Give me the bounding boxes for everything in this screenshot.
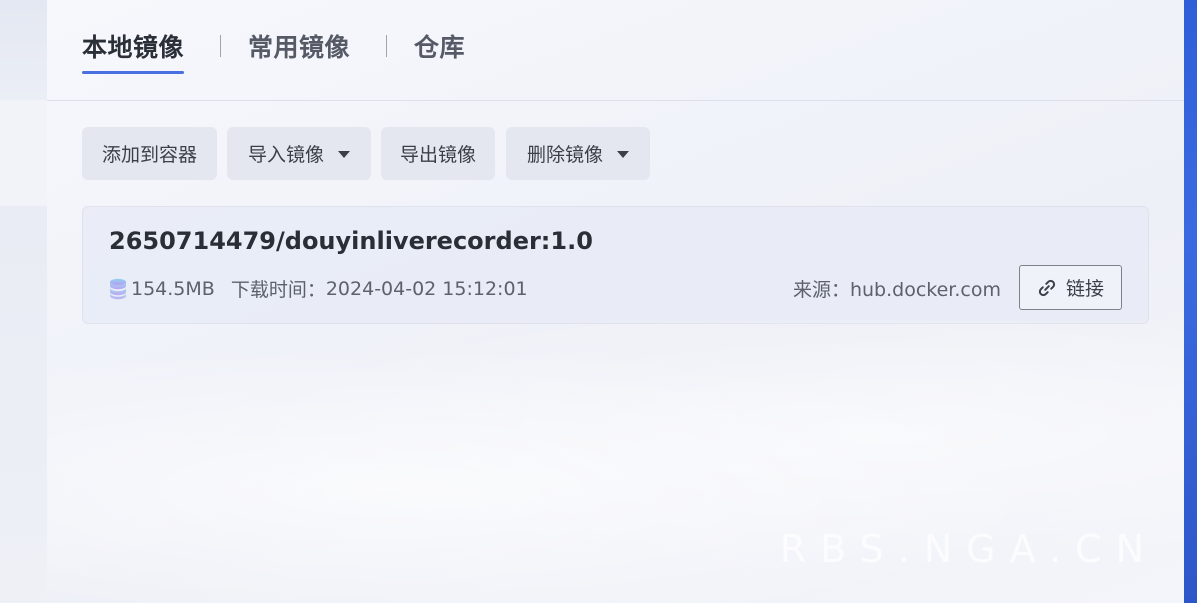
add-to-container-button[interactable]: 添加到容器	[82, 127, 217, 180]
caret-down-icon	[338, 151, 350, 158]
download-time: 2024-04-02 15:12:01	[325, 277, 528, 300]
delete-image-label: 删除镜像	[526, 144, 603, 166]
link-button[interactable]: 链接	[1019, 265, 1122, 310]
export-image-label: 导出镜像	[399, 144, 476, 166]
import-image-button[interactable]: 导入镜像	[227, 127, 371, 180]
delete-image-button[interactable]: 删除镜像	[506, 127, 650, 180]
database-icon	[109, 278, 127, 300]
add-to-container-label: 添加到容器	[101, 144, 197, 166]
image-manager-panel: 本地镜像 常用镜像 仓库 添加到容器 导入镜像 导出镜像 删除镜像 265071…	[47, 0, 1184, 603]
tab-local-images[interactable]: 本地镜像	[82, 28, 185, 74]
tab-common-images[interactable]: 常用镜像	[248, 28, 350, 64]
left-sidebar-edge	[0, 0, 47, 603]
image-card[interactable]: 2650714479/douyinliverecorder:1.0 154.5M…	[82, 206, 1149, 324]
image-meta: 154.5MB 下载时间： 2024-04-02 15:12:01	[109, 275, 528, 302]
tab-divider	[220, 35, 221, 57]
watermark: RBS.NGA.CN	[779, 527, 1158, 571]
tab-bar: 本地镜像 常用镜像 仓库	[47, 0, 1184, 101]
image-size: 154.5MB	[131, 277, 215, 300]
source-label: 来源：	[792, 279, 850, 301]
link-icon	[1038, 279, 1056, 296]
right-window-edge	[1184, 0, 1197, 603]
source-value: hub.docker.com	[849, 279, 1001, 301]
tab-repository[interactable]: 仓库	[414, 28, 465, 64]
image-name: 2650714479/douyinliverecorder:1.0	[109, 227, 593, 255]
import-image-label: 导入镜像	[247, 144, 324, 166]
tab-divider	[386, 35, 387, 57]
link-label: 链接	[1065, 278, 1104, 300]
image-source: 来源：hub.docker.com	[793, 275, 1001, 302]
left-sidebar-highlight	[0, 100, 47, 206]
export-image-button[interactable]: 导出镜像	[381, 127, 495, 180]
caret-down-icon	[617, 151, 629, 158]
download-time-label: 下载时间：	[230, 279, 326, 301]
